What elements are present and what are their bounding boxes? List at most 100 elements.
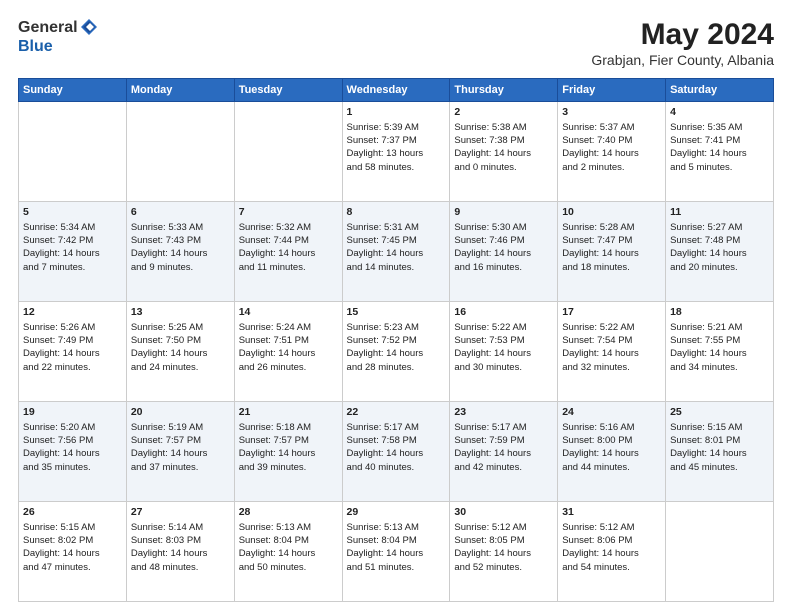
day-info: Sunset: 7:38 PM xyxy=(454,134,553,147)
day-info: Daylight: 14 hours xyxy=(562,247,661,260)
day-number: 28 xyxy=(239,505,338,520)
day-number: 14 xyxy=(239,305,338,320)
day-number: 23 xyxy=(454,405,553,420)
calendar-cell: 10Sunrise: 5:28 AMSunset: 7:47 PMDayligh… xyxy=(558,202,666,302)
day-info: Sunrise: 5:23 AM xyxy=(347,321,446,334)
day-info: Daylight: 13 hours xyxy=(347,147,446,160)
week-row-5: 26Sunrise: 5:15 AMSunset: 8:02 PMDayligh… xyxy=(19,502,774,602)
week-row-2: 5Sunrise: 5:34 AMSunset: 7:42 PMDaylight… xyxy=(19,202,774,302)
day-number: 21 xyxy=(239,405,338,420)
day-header-friday: Friday xyxy=(558,79,666,102)
day-info: Daylight: 14 hours xyxy=(23,247,122,260)
calendar-cell: 2Sunrise: 5:38 AMSunset: 7:38 PMDaylight… xyxy=(450,102,558,202)
day-info: Daylight: 14 hours xyxy=(562,447,661,460)
day-info: and 16 minutes. xyxy=(454,261,553,274)
calendar-cell: 12Sunrise: 5:26 AMSunset: 7:49 PMDayligh… xyxy=(19,302,127,402)
week-row-4: 19Sunrise: 5:20 AMSunset: 7:56 PMDayligh… xyxy=(19,402,774,502)
day-info: Sunset: 7:40 PM xyxy=(562,134,661,147)
day-info: and 52 minutes. xyxy=(454,561,553,574)
day-info: Daylight: 14 hours xyxy=(670,247,769,260)
day-header-tuesday: Tuesday xyxy=(234,79,342,102)
day-info: Sunset: 7:45 PM xyxy=(347,234,446,247)
day-info: and 11 minutes. xyxy=(239,261,338,274)
day-info: Sunrise: 5:28 AM xyxy=(562,221,661,234)
day-info: and 2 minutes. xyxy=(562,161,661,174)
logo-general: General xyxy=(18,18,98,38)
day-info: and 35 minutes. xyxy=(23,461,122,474)
day-info: Sunrise: 5:17 AM xyxy=(454,421,553,434)
day-number: 12 xyxy=(23,305,122,320)
day-number: 17 xyxy=(562,305,661,320)
day-info: Sunrise: 5:39 AM xyxy=(347,121,446,134)
day-info: Sunrise: 5:35 AM xyxy=(670,121,769,134)
day-info: Daylight: 14 hours xyxy=(670,447,769,460)
day-number: 22 xyxy=(347,405,446,420)
day-info: and 51 minutes. xyxy=(347,561,446,574)
day-info: Sunrise: 5:13 AM xyxy=(347,521,446,534)
day-info: Sunset: 7:41 PM xyxy=(670,134,769,147)
day-number: 11 xyxy=(670,205,769,220)
calendar-cell: 23Sunrise: 5:17 AMSunset: 7:59 PMDayligh… xyxy=(450,402,558,502)
day-info: Sunrise: 5:34 AM xyxy=(23,221,122,234)
day-info: Sunrise: 5:14 AM xyxy=(131,521,230,534)
day-info: and 7 minutes. xyxy=(23,261,122,274)
day-info: Daylight: 14 hours xyxy=(347,347,446,360)
calendar-cell: 30Sunrise: 5:12 AMSunset: 8:05 PMDayligh… xyxy=(450,502,558,602)
day-info: Daylight: 14 hours xyxy=(131,347,230,360)
day-number: 13 xyxy=(131,305,230,320)
day-info: Daylight: 14 hours xyxy=(23,347,122,360)
day-info: and 22 minutes. xyxy=(23,361,122,374)
day-info: and 20 minutes. xyxy=(670,261,769,274)
day-info: and 28 minutes. xyxy=(347,361,446,374)
day-info: Sunrise: 5:19 AM xyxy=(131,421,230,434)
day-number: 6 xyxy=(131,205,230,220)
day-info: Sunrise: 5:22 AM xyxy=(562,321,661,334)
day-info: Sunrise: 5:13 AM xyxy=(239,521,338,534)
day-info: and 14 minutes. xyxy=(347,261,446,274)
day-info: Sunrise: 5:15 AM xyxy=(670,421,769,434)
day-info: and 34 minutes. xyxy=(670,361,769,374)
day-info: Sunset: 8:06 PM xyxy=(562,534,661,547)
calendar-cell: 25Sunrise: 5:15 AMSunset: 8:01 PMDayligh… xyxy=(666,402,774,502)
day-info: and 5 minutes. xyxy=(670,161,769,174)
calendar-cell: 19Sunrise: 5:20 AMSunset: 7:56 PMDayligh… xyxy=(19,402,127,502)
day-info: Sunrise: 5:37 AM xyxy=(562,121,661,134)
day-info: Sunrise: 5:22 AM xyxy=(454,321,553,334)
calendar-cell: 24Sunrise: 5:16 AMSunset: 8:00 PMDayligh… xyxy=(558,402,666,502)
day-number: 15 xyxy=(347,305,446,320)
calendar-cell: 31Sunrise: 5:12 AMSunset: 8:06 PMDayligh… xyxy=(558,502,666,602)
day-number: 8 xyxy=(347,205,446,220)
day-header-saturday: Saturday xyxy=(666,79,774,102)
day-info: Sunset: 8:03 PM xyxy=(131,534,230,547)
day-info: Daylight: 14 hours xyxy=(239,347,338,360)
day-info: Sunset: 7:57 PM xyxy=(131,434,230,447)
day-number: 4 xyxy=(670,105,769,120)
day-info: Sunset: 7:52 PM xyxy=(347,334,446,347)
day-info: Sunset: 7:50 PM xyxy=(131,334,230,347)
day-info: Daylight: 14 hours xyxy=(454,547,553,560)
day-info: and 32 minutes. xyxy=(562,361,661,374)
calendar-cell: 8Sunrise: 5:31 AMSunset: 7:45 PMDaylight… xyxy=(342,202,450,302)
day-info: and 18 minutes. xyxy=(562,261,661,274)
day-info: Sunrise: 5:26 AM xyxy=(23,321,122,334)
day-number: 10 xyxy=(562,205,661,220)
calendar-cell: 22Sunrise: 5:17 AMSunset: 7:58 PMDayligh… xyxy=(342,402,450,502)
day-info: and 9 minutes. xyxy=(131,261,230,274)
calendar-cell: 1Sunrise: 5:39 AMSunset: 7:37 PMDaylight… xyxy=(342,102,450,202)
day-info: Daylight: 14 hours xyxy=(347,247,446,260)
day-info: Daylight: 14 hours xyxy=(23,447,122,460)
day-info: Sunrise: 5:27 AM xyxy=(670,221,769,234)
day-info: Sunrise: 5:30 AM xyxy=(454,221,553,234)
day-info: Sunset: 7:44 PM xyxy=(239,234,338,247)
day-number: 16 xyxy=(454,305,553,320)
logo: General Blue xyxy=(18,18,98,56)
day-info: Sunset: 8:05 PM xyxy=(454,534,553,547)
day-info: Sunset: 7:37 PM xyxy=(347,134,446,147)
day-number: 1 xyxy=(347,105,446,120)
day-info: and 42 minutes. xyxy=(454,461,553,474)
day-info: Sunrise: 5:18 AM xyxy=(239,421,338,434)
day-info: Sunset: 7:57 PM xyxy=(239,434,338,447)
day-info: Sunset: 7:47 PM xyxy=(562,234,661,247)
day-number: 24 xyxy=(562,405,661,420)
page: General Blue May 2024 Grabjan, Fier Coun… xyxy=(0,0,792,612)
